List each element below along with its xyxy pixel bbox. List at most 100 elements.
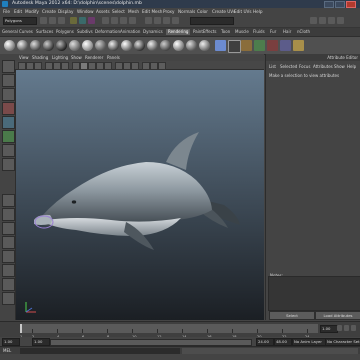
render-view-icon[interactable]: [215, 40, 226, 51]
play-back-icon[interactable]: [337, 325, 342, 331]
animation-start-field[interactable]: 1.00: [2, 338, 20, 346]
last-tool-icon[interactable]: [2, 158, 15, 171]
isolate-select-icon[interactable]: [115, 62, 123, 70]
menu-create-uvs[interactable]: Create UVs: [212, 9, 235, 14]
attr-menu-focus[interactable]: Focus: [299, 64, 310, 69]
hypershade-layout-icon[interactable]: [2, 250, 15, 263]
current-frame-field[interactable]: 1.00: [320, 325, 338, 333]
play-forward-icon[interactable]: [344, 325, 349, 331]
history-icon[interactable]: [145, 17, 152, 24]
command-language-label[interactable]: MEL: [3, 348, 11, 353]
playback-start-field[interactable]: 1.00: [32, 338, 50, 346]
select-by-object-icon[interactable]: [79, 17, 86, 24]
manipulator-tool-icon[interactable]: [2, 144, 15, 157]
step-forward-icon[interactable]: [351, 325, 356, 331]
film-gate-icon[interactable]: [53, 62, 61, 70]
move-tool-icon[interactable]: [2, 102, 15, 115]
shelf-tab-rendering[interactable]: Rendering: [166, 29, 191, 35]
light-icon[interactable]: [241, 40, 252, 51]
snap-grid-icon[interactable]: [102, 17, 109, 24]
dolphin-model[interactable]: [34, 132, 240, 250]
sphere-shader-icon[interactable]: [43, 40, 54, 51]
ambient-occlusion-icon[interactable]: [158, 62, 166, 70]
shelf-tab-surfaces[interactable]: Surfaces: [36, 29, 53, 35]
new-scene-icon[interactable]: [40, 17, 47, 24]
ipr-render-icon[interactable]: [163, 17, 170, 24]
range-bar[interactable]: [50, 339, 252, 346]
menu-normals[interactable]: Normals: [178, 9, 195, 14]
sphere-shader-icon[interactable]: [147, 40, 158, 51]
load-attributes-button[interactable]: Load Attributes: [315, 311, 360, 320]
shelf-tab-painteffects[interactable]: PaintEffects: [193, 29, 217, 35]
shelf-tab-toon[interactable]: Toon: [221, 29, 230, 35]
sphere-shader-icon[interactable]: [186, 40, 197, 51]
snap-curve-icon[interactable]: [111, 17, 118, 24]
menu-edit-mesh[interactable]: Edit Mesh: [142, 9, 162, 14]
select-tool-icon[interactable]: [2, 60, 15, 73]
viewport-persp[interactable]: [16, 70, 264, 320]
menu-set-dropdown[interactable]: Polygons: [3, 17, 37, 25]
menu-proxy[interactable]: Proxy: [163, 9, 174, 14]
image-plane-icon[interactable]: [34, 62, 42, 70]
rotate-tool-icon[interactable]: [2, 116, 15, 129]
sphere-shader-icon[interactable]: [121, 40, 132, 51]
wireframe-icon[interactable]: [72, 62, 80, 70]
select-by-hierarchy-icon[interactable]: [70, 17, 77, 24]
lights-icon[interactable]: [104, 62, 112, 70]
minimize-icon[interactable]: [324, 1, 334, 8]
panel-menu-panels[interactable]: Panels: [107, 55, 120, 60]
shelf-tab-dynamics[interactable]: Dynamics: [143, 29, 163, 35]
attr-menu-show[interactable]: Show: [334, 64, 345, 69]
notes-field[interactable]: [268, 276, 360, 311]
resolution-gate-icon[interactable]: [61, 62, 69, 70]
persp-graph-layout-icon[interactable]: [2, 236, 15, 249]
menu-create[interactable]: Create: [42, 9, 56, 14]
menu-display[interactable]: Display: [58, 9, 73, 14]
panel-menu-renderer[interactable]: Renderer: [85, 55, 103, 60]
close-icon[interactable]: [346, 1, 356, 8]
attribute-editor-icon[interactable]: [319, 17, 326, 24]
textured-icon[interactable]: [96, 62, 104, 70]
layer-editor-icon[interactable]: [337, 17, 344, 24]
ambient-light-icon[interactable]: [267, 40, 278, 51]
bookmark-icon[interactable]: [26, 62, 34, 70]
graph-editor-layout-icon[interactable]: [2, 278, 15, 291]
sphere-shader-icon[interactable]: [160, 40, 171, 51]
sphere-shader-icon[interactable]: [173, 40, 184, 51]
menu-modify[interactable]: Modify: [25, 9, 39, 14]
menu-help[interactable]: Help: [253, 9, 263, 14]
menu-window[interactable]: Window: [77, 9, 94, 14]
attr-menu-list[interactable]: List: [269, 64, 276, 69]
high-quality-icon[interactable]: [142, 62, 150, 70]
sphere-shader-icon[interactable]: [134, 40, 145, 51]
maximize-icon[interactable]: [335, 1, 345, 8]
save-scene-icon[interactable]: [58, 17, 65, 24]
shelf-tab-animation[interactable]: Animation: [120, 29, 140, 35]
panel-menu-lighting[interactable]: Lighting: [52, 55, 68, 60]
time-slider[interactable]: 1 2 4 6 8 10 12 14 16 18 20 22 24 1.00: [0, 321, 360, 339]
menu-select[interactable]: Select: [112, 9, 125, 14]
lasso-tool-icon[interactable]: [2, 74, 15, 87]
camera-attributes-icon[interactable]: [18, 62, 26, 70]
sphere-shader-icon[interactable]: [30, 40, 41, 51]
dope-sheet-layout-icon[interactable]: [2, 292, 15, 305]
shelf-tab-subdivs[interactable]: Subdivs: [77, 29, 93, 35]
menu-edit-uvs[interactable]: Edit UVs: [234, 9, 252, 14]
panel-menu-show[interactable]: Show: [71, 55, 82, 60]
smooth-shade-icon[interactable]: [80, 62, 88, 70]
shelf-tab-fur[interactable]: Fur: [270, 29, 276, 35]
snap-surface-icon[interactable]: [129, 17, 136, 24]
menu-mesh[interactable]: Mesh: [128, 9, 139, 14]
shelf-tab-deformation[interactable]: Deformation: [95, 29, 120, 35]
menu-file[interactable]: File: [3, 9, 10, 14]
sphere-shader-icon[interactable]: [199, 40, 210, 51]
playback-end-field[interactable]: 24.00: [256, 338, 274, 346]
sphere-shader-icon[interactable]: [56, 40, 67, 51]
attr-menu-selected[interactable]: Selected: [280, 64, 297, 69]
attr-menu-attributes[interactable]: Attributes: [313, 64, 333, 69]
snap-point-icon[interactable]: [120, 17, 127, 24]
paint-select-tool-icon[interactable]: [2, 88, 15, 101]
xray-icon[interactable]: [123, 62, 131, 70]
menu-assets[interactable]: Assets: [96, 9, 110, 14]
sphere-shader-icon[interactable]: [82, 40, 93, 51]
